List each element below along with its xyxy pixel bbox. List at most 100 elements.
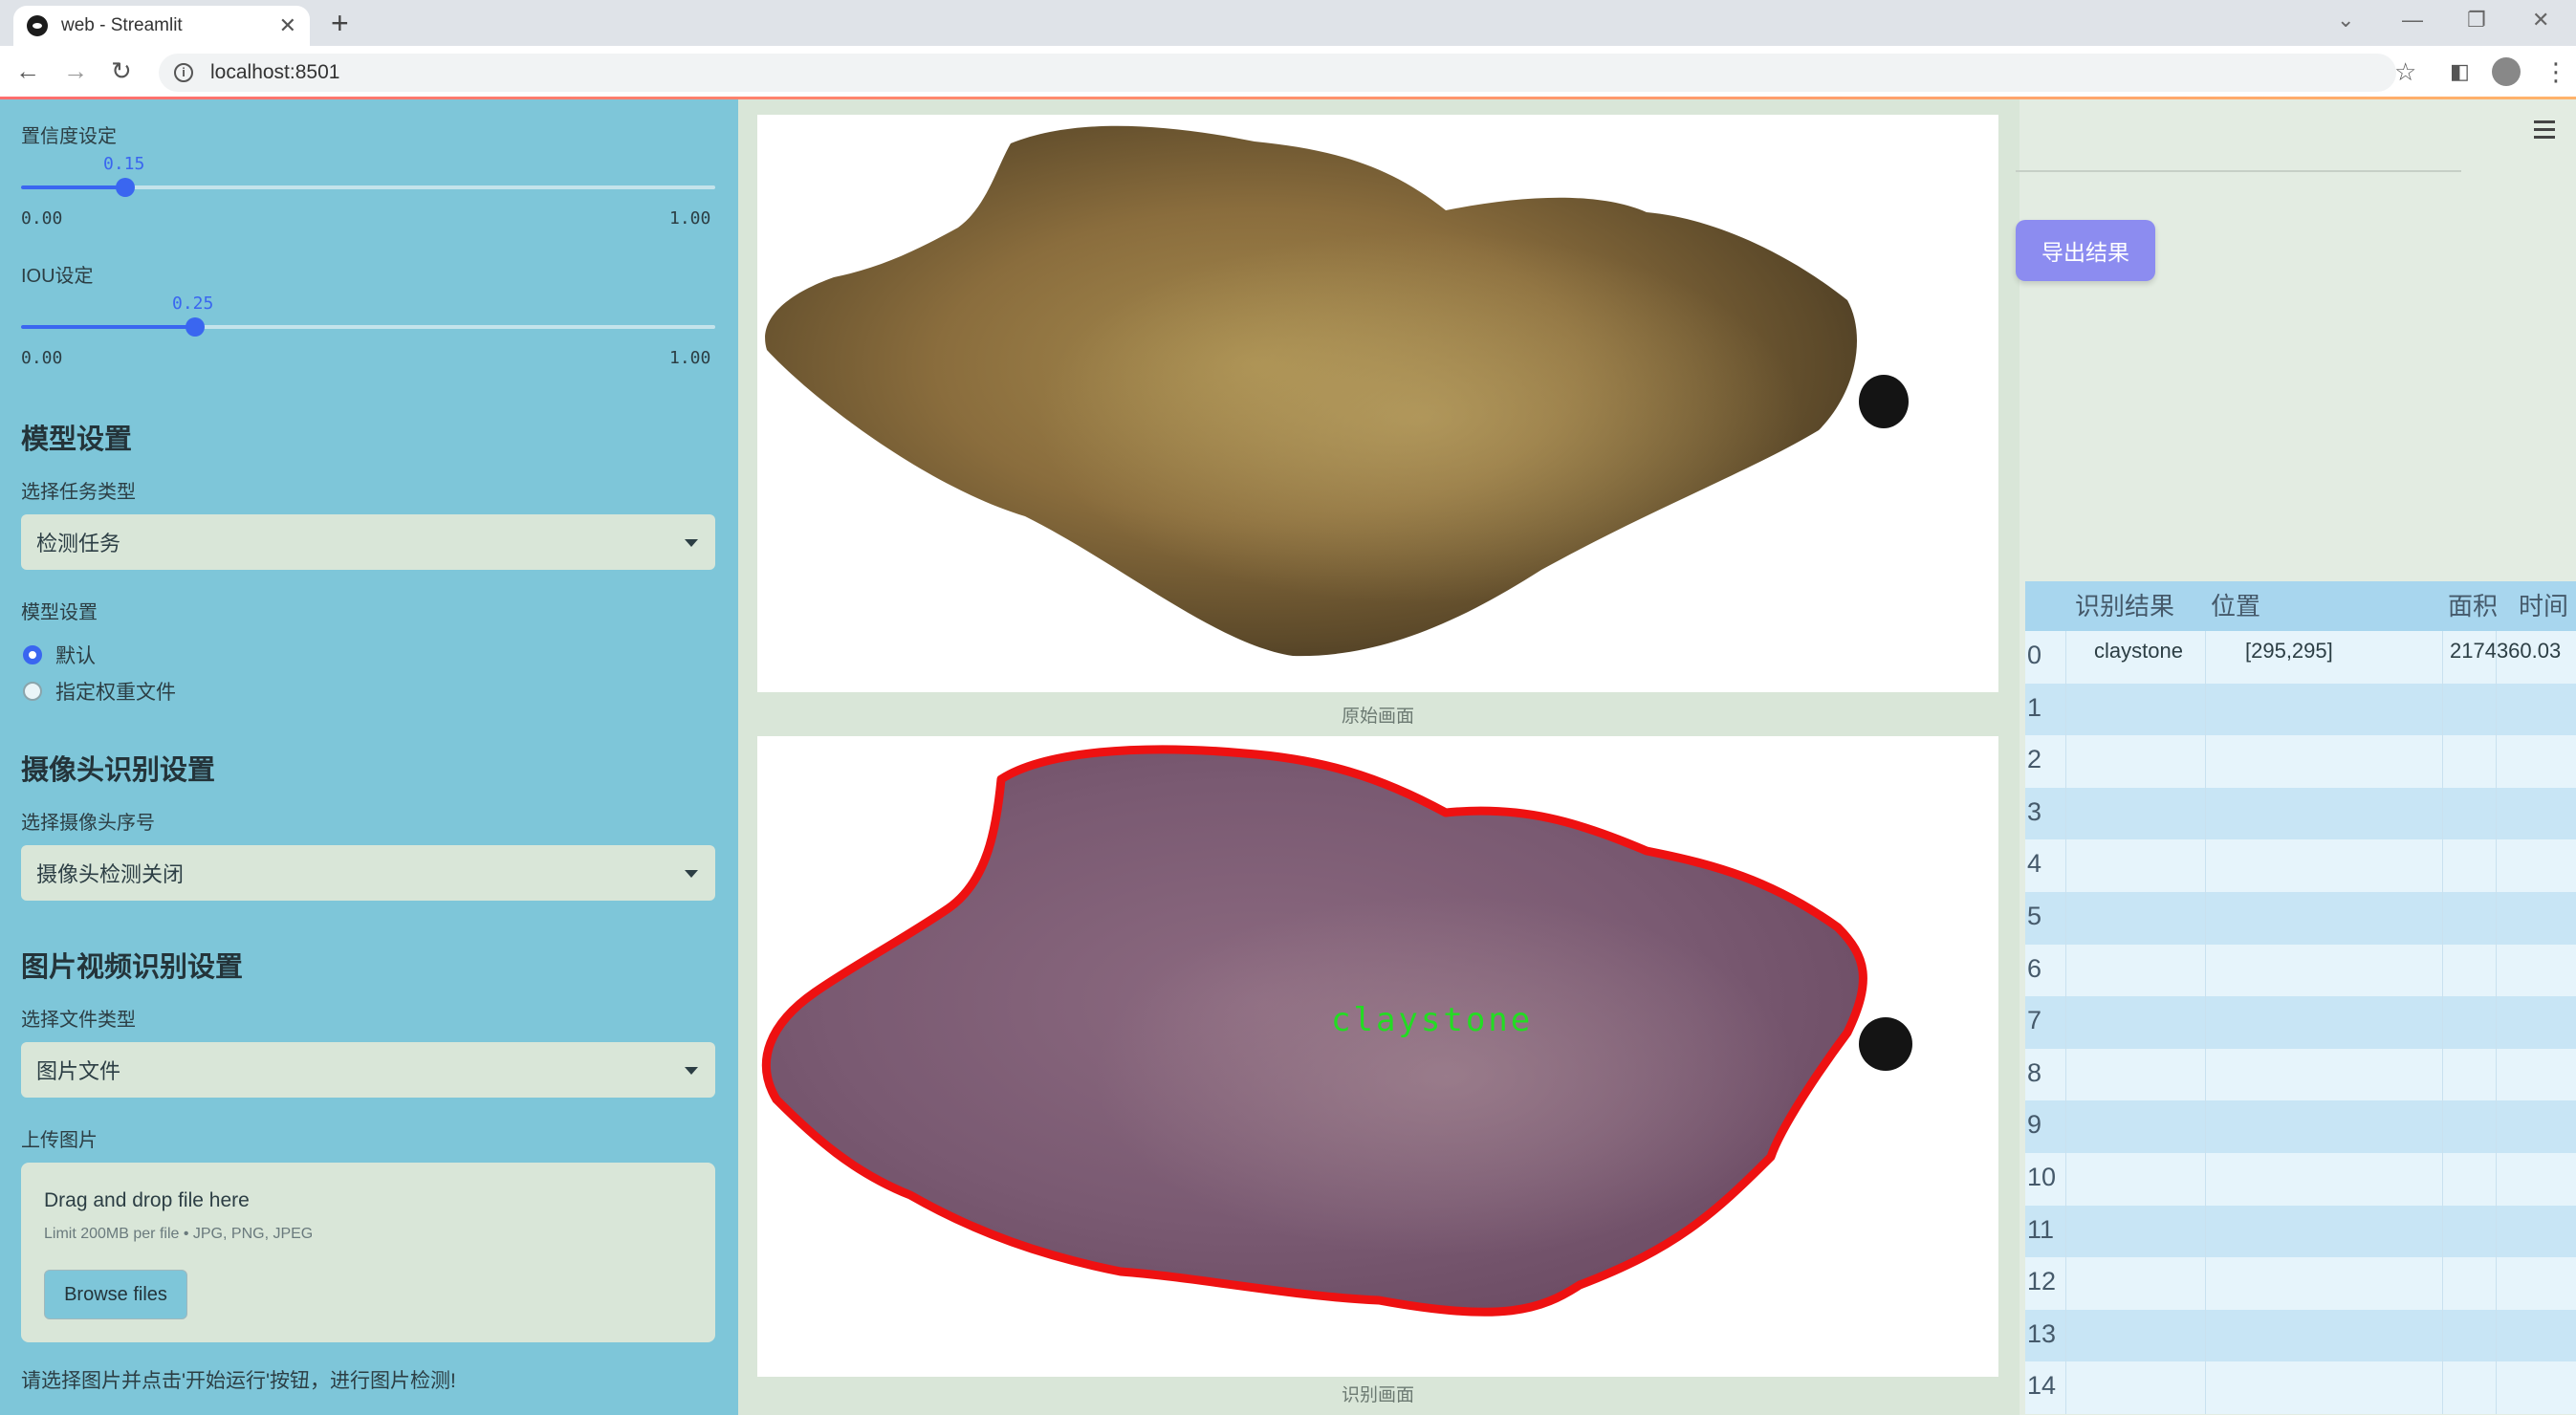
iou-slider[interactable]: [21, 317, 715, 337]
confidence-slider-thumb[interactable]: [115, 178, 135, 197]
table-row[interactable]: 8: [2025, 1048, 2576, 1101]
table-row[interactable]: 0 claystone [295,295] 2174360.03: [2025, 631, 2576, 684]
table-row[interactable]: 5: [2025, 892, 2576, 945]
confidence-slider[interactable]: [21, 178, 715, 197]
iou-slider-thumb[interactable]: [185, 317, 205, 337]
column-separator: [2205, 735, 2206, 788]
divider: [2016, 170, 2461, 172]
table-row[interactable]: 13: [2025, 1309, 2576, 1362]
column-separator: [2065, 631, 2066, 684]
col-header-position[interactable]: 位置: [2211, 581, 2260, 631]
radio-unselected-icon[interactable]: [23, 682, 42, 701]
back-icon[interactable]: ←: [15, 56, 40, 86]
side-panel-icon[interactable]: ◧: [2450, 59, 2470, 84]
table-row[interactable]: 6: [2025, 944, 2576, 997]
column-separator: [2205, 892, 2206, 945]
radio-default[interactable]: 默认: [23, 641, 96, 669]
row-index: 10: [2027, 1163, 2057, 1191]
column-separator: [2496, 996, 2497, 1049]
radio-custom-weights[interactable]: 指定权重文件: [23, 677, 176, 706]
address-bar: ← → ↻ i localhost:8501 ☆ ◧ ⋮: [0, 46, 2576, 98]
profile-avatar-icon[interactable]: [2492, 57, 2521, 86]
site-info-icon[interactable]: i: [174, 63, 193, 82]
forward-icon[interactable]: →: [63, 56, 88, 86]
radio-selected-icon[interactable]: [23, 645, 42, 664]
cell-result: claystone: [2094, 639, 2183, 663]
chevron-down-icon: [685, 870, 698, 878]
row-index: 11: [2027, 1214, 2055, 1244]
upload-title: Drag and drop file here: [44, 1189, 250, 1211]
iou-label: IOU设定: [21, 266, 94, 287]
column-separator: [2065, 787, 2066, 840]
hamburger-menu-icon[interactable]: [2534, 120, 2555, 143]
result-rock-image: claystone: [761, 745, 1912, 1317]
new-tab-icon[interactable]: +: [331, 6, 349, 41]
column-separator: [2496, 1257, 2497, 1310]
browser-tab-bar: web - Streamlit ✕ + ⌄ — ❐ ✕: [0, 0, 2576, 46]
table-row[interactable]: 1: [2025, 683, 2576, 736]
browser-tab[interactable]: web - Streamlit ✕: [13, 6, 310, 46]
confidence-value: 0.15: [103, 154, 145, 174]
table-row[interactable]: 9: [2025, 1100, 2576, 1153]
close-tab-icon[interactable]: ✕: [279, 13, 296, 38]
tab-search-icon[interactable]: ⌄: [2337, 8, 2354, 33]
table-row[interactable]: 14: [2025, 1361, 2576, 1414]
cell-position: [295,295]: [2245, 639, 2333, 663]
close-window-icon[interactable]: ✕: [2532, 8, 2549, 33]
table-row[interactable]: 2: [2025, 735, 2576, 788]
minimize-icon[interactable]: —: [2402, 8, 2423, 33]
table-row[interactable]: 3: [2025, 787, 2576, 840]
column-separator: [2065, 1361, 2066, 1414]
camera-select[interactable]: 摄像头检测关闭: [21, 845, 715, 901]
task-type-value: 检测任务: [36, 532, 121, 555]
table-row[interactable]: 4: [2025, 839, 2576, 892]
column-separator: [2065, 1205, 2066, 1258]
table-row[interactable]: 10: [2025, 1153, 2576, 1206]
column-separator: [2496, 1205, 2497, 1258]
column-separator: [2496, 683, 2497, 736]
result-image: claystone: [757, 736, 1998, 1377]
column-separator: [2205, 1048, 2206, 1101]
file-type-select[interactable]: 图片文件: [21, 1042, 715, 1098]
bookmark-star-icon[interactable]: ☆: [2394, 57, 2416, 87]
row-index: 14: [2027, 1371, 2057, 1401]
column-separator: [2065, 1309, 2066, 1362]
column-separator: [2205, 1361, 2206, 1414]
column-separator: [2442, 1205, 2443, 1258]
model-label: 模型设置: [21, 602, 98, 623]
task-type-select[interactable]: 检测任务: [21, 514, 715, 570]
reload-icon[interactable]: ↻: [111, 56, 132, 86]
file-uploader[interactable]: Drag and drop file here Limit 200MB per …: [21, 1163, 715, 1342]
column-separator: [2065, 735, 2066, 788]
row-index: 3: [2027, 796, 2042, 826]
row-index: 4: [2027, 849, 2042, 879]
column-separator: [2065, 1257, 2066, 1310]
camera-heading: 摄像头识别设置: [21, 755, 216, 786]
table-row[interactable]: 12: [2025, 1257, 2576, 1310]
row-index: 1: [2027, 692, 2042, 722]
column-separator: [2205, 1153, 2206, 1206]
column-separator: [2496, 892, 2497, 945]
browse-files-button[interactable]: Browse files: [44, 1270, 187, 1319]
restore-icon[interactable]: ❐: [2467, 8, 2486, 33]
col-header-area[interactable]: 面积: [2448, 581, 2498, 631]
export-results-button[interactable]: 导出结果: [2016, 220, 2155, 281]
table-row[interactable]: 11: [2025, 1205, 2576, 1258]
column-separator: [2496, 1048, 2497, 1101]
url-field[interactable]: i localhost:8501: [159, 54, 2396, 92]
streamlit-favicon-icon: [27, 15, 48, 36]
tab-title: web - Streamlit: [61, 15, 183, 35]
column-separator: [2442, 1309, 2443, 1362]
iou-max: 1.00: [669, 348, 711, 368]
upload-limit: Limit 200MB per file • JPG, PNG, JPEG: [44, 1226, 314, 1242]
column-separator: [2205, 1309, 2206, 1362]
column-separator: [2442, 892, 2443, 945]
table-row[interactable]: 7: [2025, 996, 2576, 1049]
col-header-time[interactable]: 时间: [2519, 581, 2568, 631]
column-separator: [2065, 944, 2066, 997]
column-separator: [2496, 944, 2497, 997]
cell-area: 2174360.03: [2450, 639, 2562, 663]
chevron-down-icon: [685, 539, 698, 547]
col-header-result[interactable]: 识别结果: [2075, 581, 2174, 631]
browser-menu-icon[interactable]: ⋮: [2543, 57, 2568, 87]
